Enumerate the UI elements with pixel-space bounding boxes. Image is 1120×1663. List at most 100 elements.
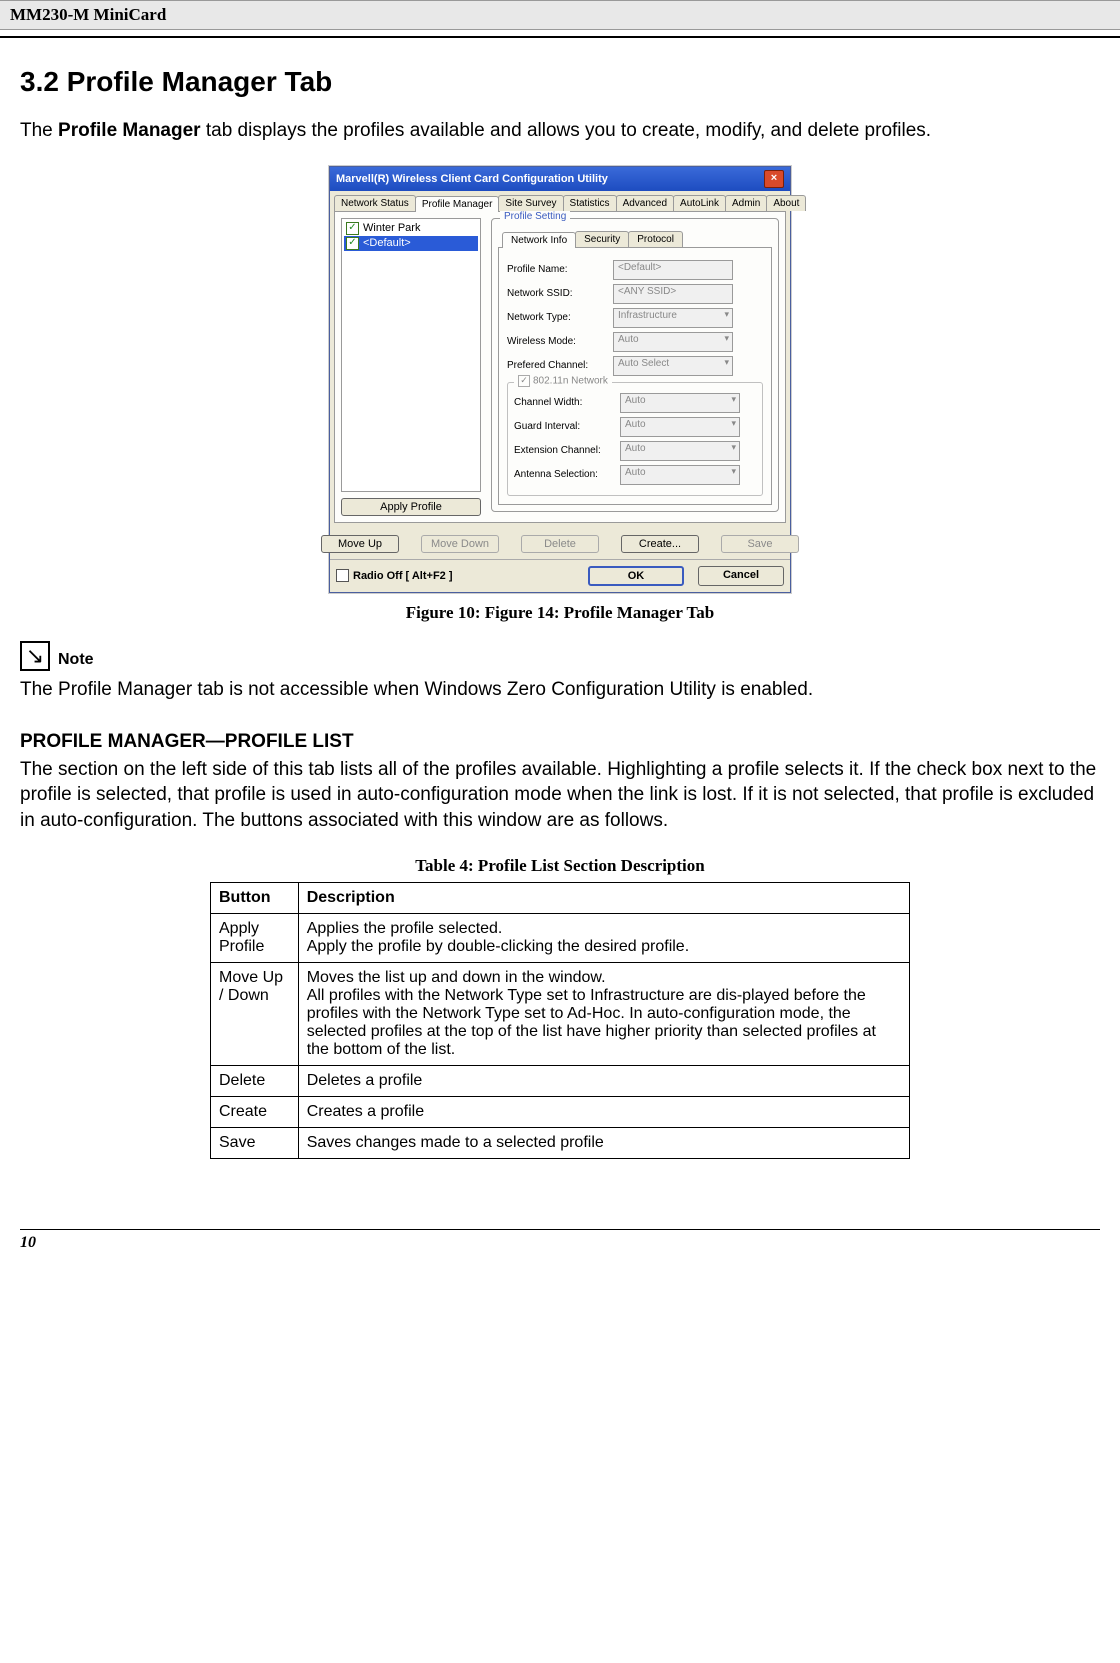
table-row: Apply Profile Applies the profile select… [211, 913, 910, 962]
subtab-security[interactable]: Security [575, 231, 629, 247]
table-row: Save Saves changes made to a selected pr… [211, 1127, 910, 1158]
n-network-group: ✓802.11n Network Channel Width:Auto Guar… [507, 382, 763, 496]
dialog-body: ✓ Winter Park ✓ <Default> Apply Profile [334, 211, 786, 523]
page-number: 10 [0, 1230, 1120, 1262]
note-block: ↘ Note [20, 641, 1100, 671]
subtab-protocol[interactable]: Protocol [628, 231, 683, 247]
cell-button: Apply Profile [211, 913, 299, 962]
cell-button: Move Up / Down [211, 962, 299, 1065]
table-header-row: Button Description [211, 882, 910, 913]
radio-off-label: Radio Off [ Alt+F2 ] [353, 570, 453, 582]
save-button[interactable]: Save [721, 535, 799, 553]
n-group-label: 802.11n Network [533, 375, 608, 386]
n-network-title: ✓802.11n Network [514, 375, 612, 387]
subtabs: Network Info Security Protocol [502, 231, 772, 247]
profile-setting-group: Profile Setting Network Info Security Pr… [491, 218, 779, 512]
cancel-button[interactable]: Cancel [698, 566, 784, 586]
cell-button: Delete [211, 1065, 299, 1096]
label-channel-width: Channel Width: [514, 397, 614, 408]
form-panel: Profile Name: <Default> Network SSID: <ANY… [498, 247, 772, 505]
label-antenna-selection: Antenna Selection: [514, 469, 614, 480]
note-icon: ↘ [20, 641, 50, 671]
list-item[interactable]: ✓ Winter Park [344, 221, 478, 236]
list-item-label: <Default> [363, 237, 411, 249]
dialog-tabs: Network Status Profile Manager Site Surv… [330, 191, 790, 211]
cell-desc: Moves the list up and down in the window… [298, 962, 909, 1065]
intro-suffix: tab displays the profiles available and … [201, 120, 932, 141]
tab-advanced[interactable]: Advanced [616, 195, 674, 211]
cell-desc: Saves changes made to a selected profile [298, 1127, 909, 1158]
profile-list-column: ✓ Winter Park ✓ <Default> Apply Profile [341, 218, 481, 516]
guard-interval-select[interactable]: Auto [620, 417, 740, 437]
radio-off-toggle[interactable]: Radio Off [ Alt+F2 ] [336, 569, 453, 582]
create-button[interactable]: Create... [621, 535, 699, 553]
extension-channel-select[interactable]: Auto [620, 441, 740, 461]
group-title: Profile Setting [500, 211, 570, 222]
checkbox-icon[interactable]: ✓ [518, 375, 530, 387]
ok-button[interactable]: OK [588, 566, 684, 586]
label-profile-name: Profile Name: [507, 264, 607, 275]
close-icon[interactable]: × [764, 170, 784, 188]
th-button: Button [211, 882, 299, 913]
label-network-type: Network Type: [507, 312, 607, 323]
table-row: Delete Deletes a profile [211, 1065, 910, 1096]
note-text: The Profile Manager tab is not accessibl… [20, 679, 1100, 701]
th-description: Description [298, 882, 909, 913]
label-extension-channel: Extension Channel: [514, 445, 614, 456]
wireless-mode-select[interactable]: Auto [613, 332, 733, 352]
figure: Marvell(R) Wireless Client Card Configur… [20, 166, 1100, 593]
settings-column: Profile Setting Network Info Security Pr… [491, 218, 779, 516]
table-row: Move Up / Down Moves the list up and dow… [211, 962, 910, 1065]
label-preferred-channel: Prefered Channel: [507, 360, 607, 371]
button-row: Move Up Move Down Delete Create... Save [330, 527, 790, 559]
label-guard-interval: Guard Interval: [514, 421, 614, 432]
intro-bold: Profile Manager [58, 120, 201, 141]
checkbox-icon[interactable] [336, 569, 349, 582]
list-item[interactable]: ✓ <Default> [344, 236, 478, 251]
cell-desc: Creates a profile [298, 1096, 909, 1127]
network-type-select[interactable]: Infrastructure [613, 308, 733, 328]
figure-caption: Figure 10: Figure 14: Profile Manager Ta… [20, 603, 1100, 623]
channel-width-select[interactable]: Auto [620, 393, 740, 413]
cell-desc: Deletes a profile [298, 1065, 909, 1096]
cell-desc: Applies the profile selected. Apply the … [298, 913, 909, 962]
doc-header: MM230-M MiniCard [0, 0, 1120, 30]
tab-network-status[interactable]: Network Status [334, 195, 416, 211]
profile-list[interactable]: ✓ Winter Park ✓ <Default> [341, 218, 481, 492]
table-caption: Table 4: Profile List Section Descriptio… [20, 856, 1100, 876]
tab-autolink[interactable]: AutoLink [673, 195, 726, 211]
dialog-title: Marvell(R) Wireless Client Card Configur… [336, 173, 608, 185]
dialog-window: Marvell(R) Wireless Client Card Configur… [329, 166, 791, 593]
move-down-button[interactable]: Move Down [421, 535, 499, 553]
preferred-channel-select[interactable]: Auto Select [613, 356, 733, 376]
checkbox-icon[interactable]: ✓ [346, 237, 359, 250]
intro-prefix: The [20, 120, 58, 141]
note-label: Note [58, 651, 94, 671]
profile-list-heading: PROFILE MANAGER—PROFILE LIST [20, 731, 1100, 753]
network-ssid-field[interactable]: <ANY SSID> [613, 284, 733, 304]
profile-name-field[interactable]: <Default> [613, 260, 733, 280]
list-item-label: Winter Park [363, 222, 420, 234]
tab-statistics[interactable]: Statistics [563, 195, 617, 211]
tab-about[interactable]: About [766, 195, 806, 211]
dialog-titlebar: Marvell(R) Wireless Client Card Configur… [330, 167, 790, 191]
cell-button: Create [211, 1096, 299, 1127]
dialog-footer: Radio Off [ Alt+F2 ] OK Cancel [330, 559, 790, 592]
subtab-network-info[interactable]: Network Info [502, 232, 576, 248]
table-row: Create Creates a profile [211, 1096, 910, 1127]
profile-list-paragraph: The section on the left side of this tab… [20, 757, 1100, 834]
move-up-button[interactable]: Move Up [321, 535, 399, 553]
tab-admin[interactable]: Admin [725, 195, 767, 211]
cell-button: Save [211, 1127, 299, 1158]
doc-title: MM230-M MiniCard [10, 5, 166, 24]
delete-button[interactable]: Delete [521, 535, 599, 553]
apply-profile-button[interactable]: Apply Profile [341, 498, 481, 516]
tab-site-survey[interactable]: Site Survey [498, 195, 563, 211]
antenna-selection-select[interactable]: Auto [620, 465, 740, 485]
checkbox-icon[interactable]: ✓ [346, 222, 359, 235]
intro-paragraph: The Profile Manager tab displays the pro… [20, 118, 1100, 144]
tab-profile-manager[interactable]: Profile Manager [415, 196, 500, 212]
description-table: Button Description Apply Profile Applies… [210, 882, 910, 1159]
label-wireless-mode: Wireless Mode: [507, 336, 607, 347]
label-network-ssid: Network SSID: [507, 288, 607, 299]
